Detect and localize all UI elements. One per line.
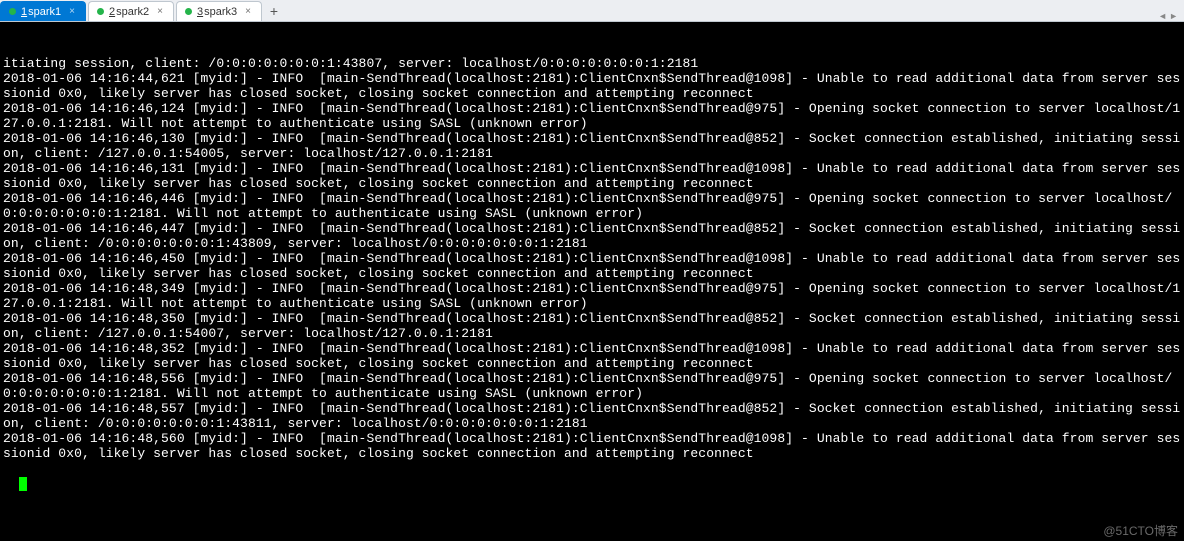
log-line: 2018-01-06 14:16:46,450 [myid:] - INFO [… <box>3 251 1181 281</box>
terminal-output[interactable]: itiating session, client: /0:0:0:0:0:0:0… <box>0 22 1184 541</box>
tab-hotkey: 3 <box>197 6 203 18</box>
log-line: 2018-01-06 14:16:46,124 [myid:] - INFO [… <box>3 101 1181 131</box>
log-line: 2018-01-06 14:16:48,557 [myid:] - INFO [… <box>3 401 1181 431</box>
log-line: 2018-01-06 14:16:48,349 [myid:] - INFO [… <box>3 281 1181 311</box>
tab-nav-arrows[interactable]: ◄ ► <box>1158 11 1184 21</box>
log-line: 2018-01-06 14:16:48,350 [myid:] - INFO [… <box>3 311 1181 341</box>
tab-spark3[interactable]: 3 spark3 × <box>176 1 262 21</box>
tab-spark2[interactable]: 2 spark2 × <box>88 1 174 21</box>
status-dot-icon <box>9 8 16 15</box>
watermark-text: @51CTO博客 <box>1103 524 1178 539</box>
tab-label: spark2 <box>116 6 149 18</box>
log-line: 2018-01-06 14:16:48,352 [myid:] - INFO [… <box>3 341 1181 371</box>
log-line: 2018-01-06 14:16:46,446 [myid:] - INFO [… <box>3 191 1181 221</box>
tab-nav-left-icon[interactable]: ◄ <box>1158 11 1167 21</box>
log-line: 2018-01-06 14:16:46,131 [myid:] - INFO [… <box>3 161 1181 191</box>
tab-bar: 1 spark1 × 2 spark2 × 3 spark3 × + ◄ ► <box>0 0 1184 22</box>
log-line: 2018-01-06 14:16:48,556 [myid:] - INFO [… <box>3 371 1181 401</box>
status-dot-icon <box>185 8 192 15</box>
log-line: 2018-01-06 14:16:46,130 [myid:] - INFO [… <box>3 131 1181 161</box>
add-tab-button[interactable]: + <box>264 1 284 21</box>
tab-hotkey: 1 <box>21 6 27 18</box>
log-line: itiating session, client: /0:0:0:0:0:0:0… <box>3 56 1181 71</box>
log-line: 2018-01-06 14:16:48,560 [myid:] - INFO [… <box>3 431 1181 461</box>
tab-hotkey: 2 <box>109 6 115 18</box>
close-icon[interactable]: × <box>157 6 163 17</box>
tab-spark1[interactable]: 1 spark1 × <box>0 1 86 21</box>
close-icon[interactable]: × <box>245 6 251 17</box>
close-icon[interactable]: × <box>69 6 75 17</box>
log-line: 2018-01-06 14:16:44,621 [myid:] - INFO [… <box>3 71 1181 101</box>
tab-nav-right-icon[interactable]: ► <box>1169 11 1178 21</box>
status-dot-icon <box>97 8 104 15</box>
terminal-cursor <box>19 477 27 491</box>
tab-label: spark3 <box>204 6 237 18</box>
log-line: 2018-01-06 14:16:46,447 [myid:] - INFO [… <box>3 221 1181 251</box>
tab-label: spark1 <box>28 6 61 18</box>
